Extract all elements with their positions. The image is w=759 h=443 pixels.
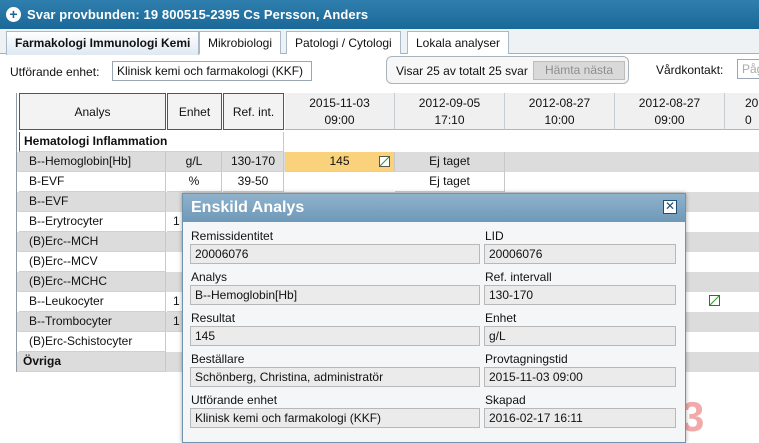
skapad-field[interactable]: 2016-02-17 16:11 <box>484 408 676 428</box>
date-column-header[interactable]: 2012-08-27 10:00 <box>505 93 615 130</box>
date-column-header[interactable]: 2015-11-03 09:00 <box>285 93 395 130</box>
analysis-name: B--Erytrocyter <box>19 212 166 232</box>
analys-field[interactable]: B--Hemoglobin[Hb] <box>190 285 480 305</box>
analysis-name: B--Hemoglobin[Hb] <box>19 152 166 172</box>
date-header-date: 2015-11-03 <box>309 96 370 110</box>
analysis-ref: 130-170 <box>223 152 284 172</box>
comment-icon[interactable] <box>379 156 390 167</box>
dialog-body: Remissidentitet 20006076 LID 20006076 An… <box>183 222 685 442</box>
lid-field[interactable]: 20006076 <box>484 244 676 264</box>
analysis-name: (B)Erc--MCH <box>19 232 166 252</box>
resultat-label: Resultat <box>191 311 236 325</box>
table-row-group[interactable]: Hematologi Inflammation <box>17 132 759 152</box>
date-column-header[interactable]: 20 0 <box>725 93 759 130</box>
skapad-label: Skapad <box>485 393 526 407</box>
unit-label: Utförande enhet: <box>10 65 100 79</box>
analys-label: Analys <box>191 270 228 284</box>
enhet-field[interactable]: g/L <box>484 326 676 346</box>
close-icon[interactable]: ✕ <box>663 200 677 214</box>
analysis-name: B--Leukocyter <box>19 292 166 312</box>
provtagningstid-label: Provtagningstid <box>485 352 568 366</box>
analysis-unit: g/L <box>167 152 222 172</box>
ref-interval-field[interactable]: 130-170 <box>484 285 676 305</box>
tab-bar: Farmakologi Immunologi Kemi Mikrobiologi… <box>0 29 759 55</box>
tab-patologi[interactable]: Patologi / Cytologi <box>286 31 401 54</box>
analysis-name: (B)Erc--MCV <box>19 252 166 272</box>
provtagningstid-field[interactable]: 2015-11-03 09:00 <box>484 367 676 387</box>
bestallare-label: Beställare <box>191 352 245 366</box>
utforande-enhet-label: Utförande enhet <box>191 393 278 407</box>
date-header-time: 09:00 <box>324 113 355 127</box>
date-header-time: 10:00 <box>544 113 575 127</box>
utforande-enhet-field[interactable]: Klinisk kemi och farmakologi (KKF) <box>190 408 480 428</box>
comment-icon[interactable] <box>709 295 720 306</box>
resultat-field[interactable]: 145 <box>190 326 480 346</box>
window-titlebar: + Svar provbunden: 19 800515-2395 Cs Per… <box>0 0 759 29</box>
bestallare-field[interactable]: Schönberg, Christina, administratör <box>190 367 480 387</box>
date-column-header[interactable]: 2012-09-05 17:10 <box>395 93 505 130</box>
analysis-name: (B)Erc--MCHC <box>19 272 166 292</box>
group-name: Hematologi Inflammation <box>19 132 284 152</box>
contact-label: Vårdkontakt: <box>656 63 724 77</box>
analysis-ref: 39-50 <box>223 172 284 192</box>
lid-label: LID <box>485 229 504 243</box>
table-row[interactable]: B-EVF % 39-50 Ej taget <box>17 172 759 192</box>
analysis-unit: % <box>167 172 222 192</box>
date-header-time: 0 <box>745 113 752 127</box>
tab-mikrobiologi[interactable]: Mikrobiologi <box>199 31 282 54</box>
remiss-label: Remissidentitet <box>191 229 274 243</box>
column-header-ref[interactable]: Ref. int. <box>223 93 284 130</box>
ref-interval-label: Ref. intervall <box>485 270 552 284</box>
plus-icon: + <box>6 7 21 22</box>
remiss-field[interactable]: 20006076 <box>190 244 480 264</box>
analysis-name: B--EVF <box>19 192 166 212</box>
date-header-time: 09:00 <box>654 113 685 127</box>
column-header-enhet[interactable]: Enhet <box>167 93 222 130</box>
analysis-dialog: Enskild Analys ✕ Remissidentitet 2000607… <box>182 193 686 443</box>
result-cell-selected[interactable]: 145 <box>285 152 395 172</box>
analysis-name: (B)Erc-Schistocyter <box>19 332 166 352</box>
date-header-date: 2012-08-27 <box>638 96 701 110</box>
result-cell[interactable]: Ej taget <box>395 172 505 192</box>
table-row[interactable]: B--Hemoglobin[Hb] g/L 130-170 145 Ej tag… <box>17 152 759 172</box>
date-header-date: 2012-09-05 <box>418 96 481 110</box>
tab-farmakologi[interactable]: Farmakologi Immunologi Kemi <box>6 31 200 55</box>
unit-field[interactable]: Klinisk kemi och farmakologi (KKF) <box>112 61 312 81</box>
contact-field[interactable]: Påg <box>737 59 759 79</box>
result-value: 145 <box>329 154 350 168</box>
result-cell[interactable]: Ej taget <box>395 152 505 172</box>
toolbar: Utförande enhet: Klinisk kemi och farmak… <box>0 54 759 90</box>
tab-lokala-analyser[interactable]: Lokala analyser <box>407 31 510 54</box>
result-count-text: Visar 25 av totalt 25 svar <box>396 64 528 78</box>
fetch-next-button[interactable]: Hämta nästa <box>533 61 625 80</box>
date-column-header[interactable]: 2012-08-27 09:00 <box>615 93 725 130</box>
enhet-label: Enhet <box>485 311 517 325</box>
analysis-name: B-EVF <box>19 172 166 192</box>
date-header-date: 2012-08-27 <box>528 96 591 110</box>
group-name: Övriga <box>19 352 166 372</box>
dialog-title: Enskild Analys <box>183 194 685 222</box>
date-header-time: 17:10 <box>434 113 465 127</box>
date-header-date: 20 <box>745 96 759 110</box>
column-header-analys[interactable]: Analys <box>19 93 166 130</box>
window-title: Svar provbunden: 19 800515-2395 Cs Perss… <box>27 7 369 22</box>
analysis-name: B--Trombocyter <box>19 312 166 332</box>
result-count-box: Visar 25 av totalt 25 svar Hämta nästa <box>386 56 629 84</box>
